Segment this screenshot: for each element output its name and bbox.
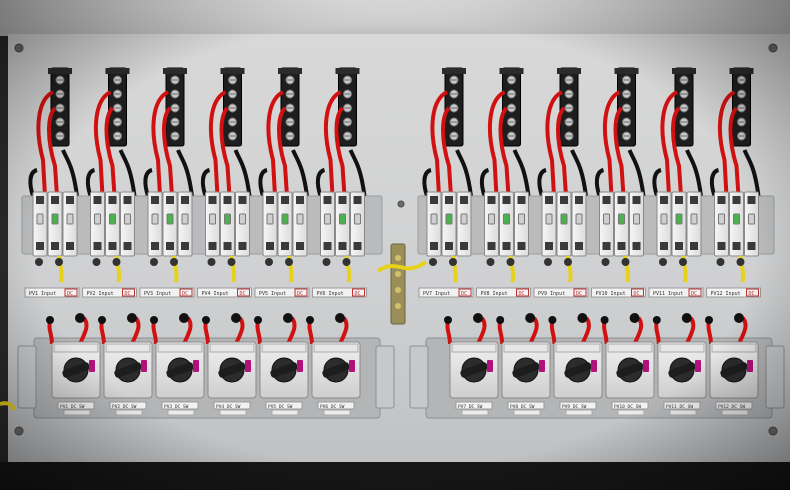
vignette-overlay (0, 0, 790, 490)
pv-combiner-box-scene: PV1 InputDCPV2 InputDCPV3 InputDCPV4 Inp… (0, 0, 790, 490)
